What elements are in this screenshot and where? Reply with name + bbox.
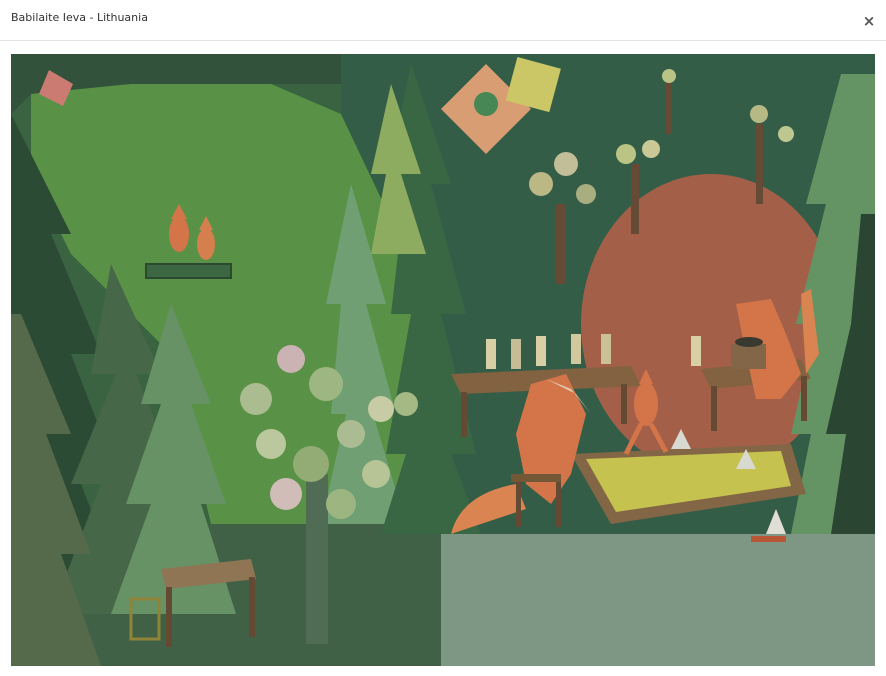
artwork-image [11, 54, 875, 666]
modal-title: Babilaite Ieva - Lithuania [11, 11, 148, 24]
close-icon[interactable]: × [860, 12, 878, 30]
illustration [11, 54, 875, 666]
modal-header: Babilaite Ieva - Lithuania × [0, 0, 886, 41]
texture-overlay [11, 54, 875, 666]
